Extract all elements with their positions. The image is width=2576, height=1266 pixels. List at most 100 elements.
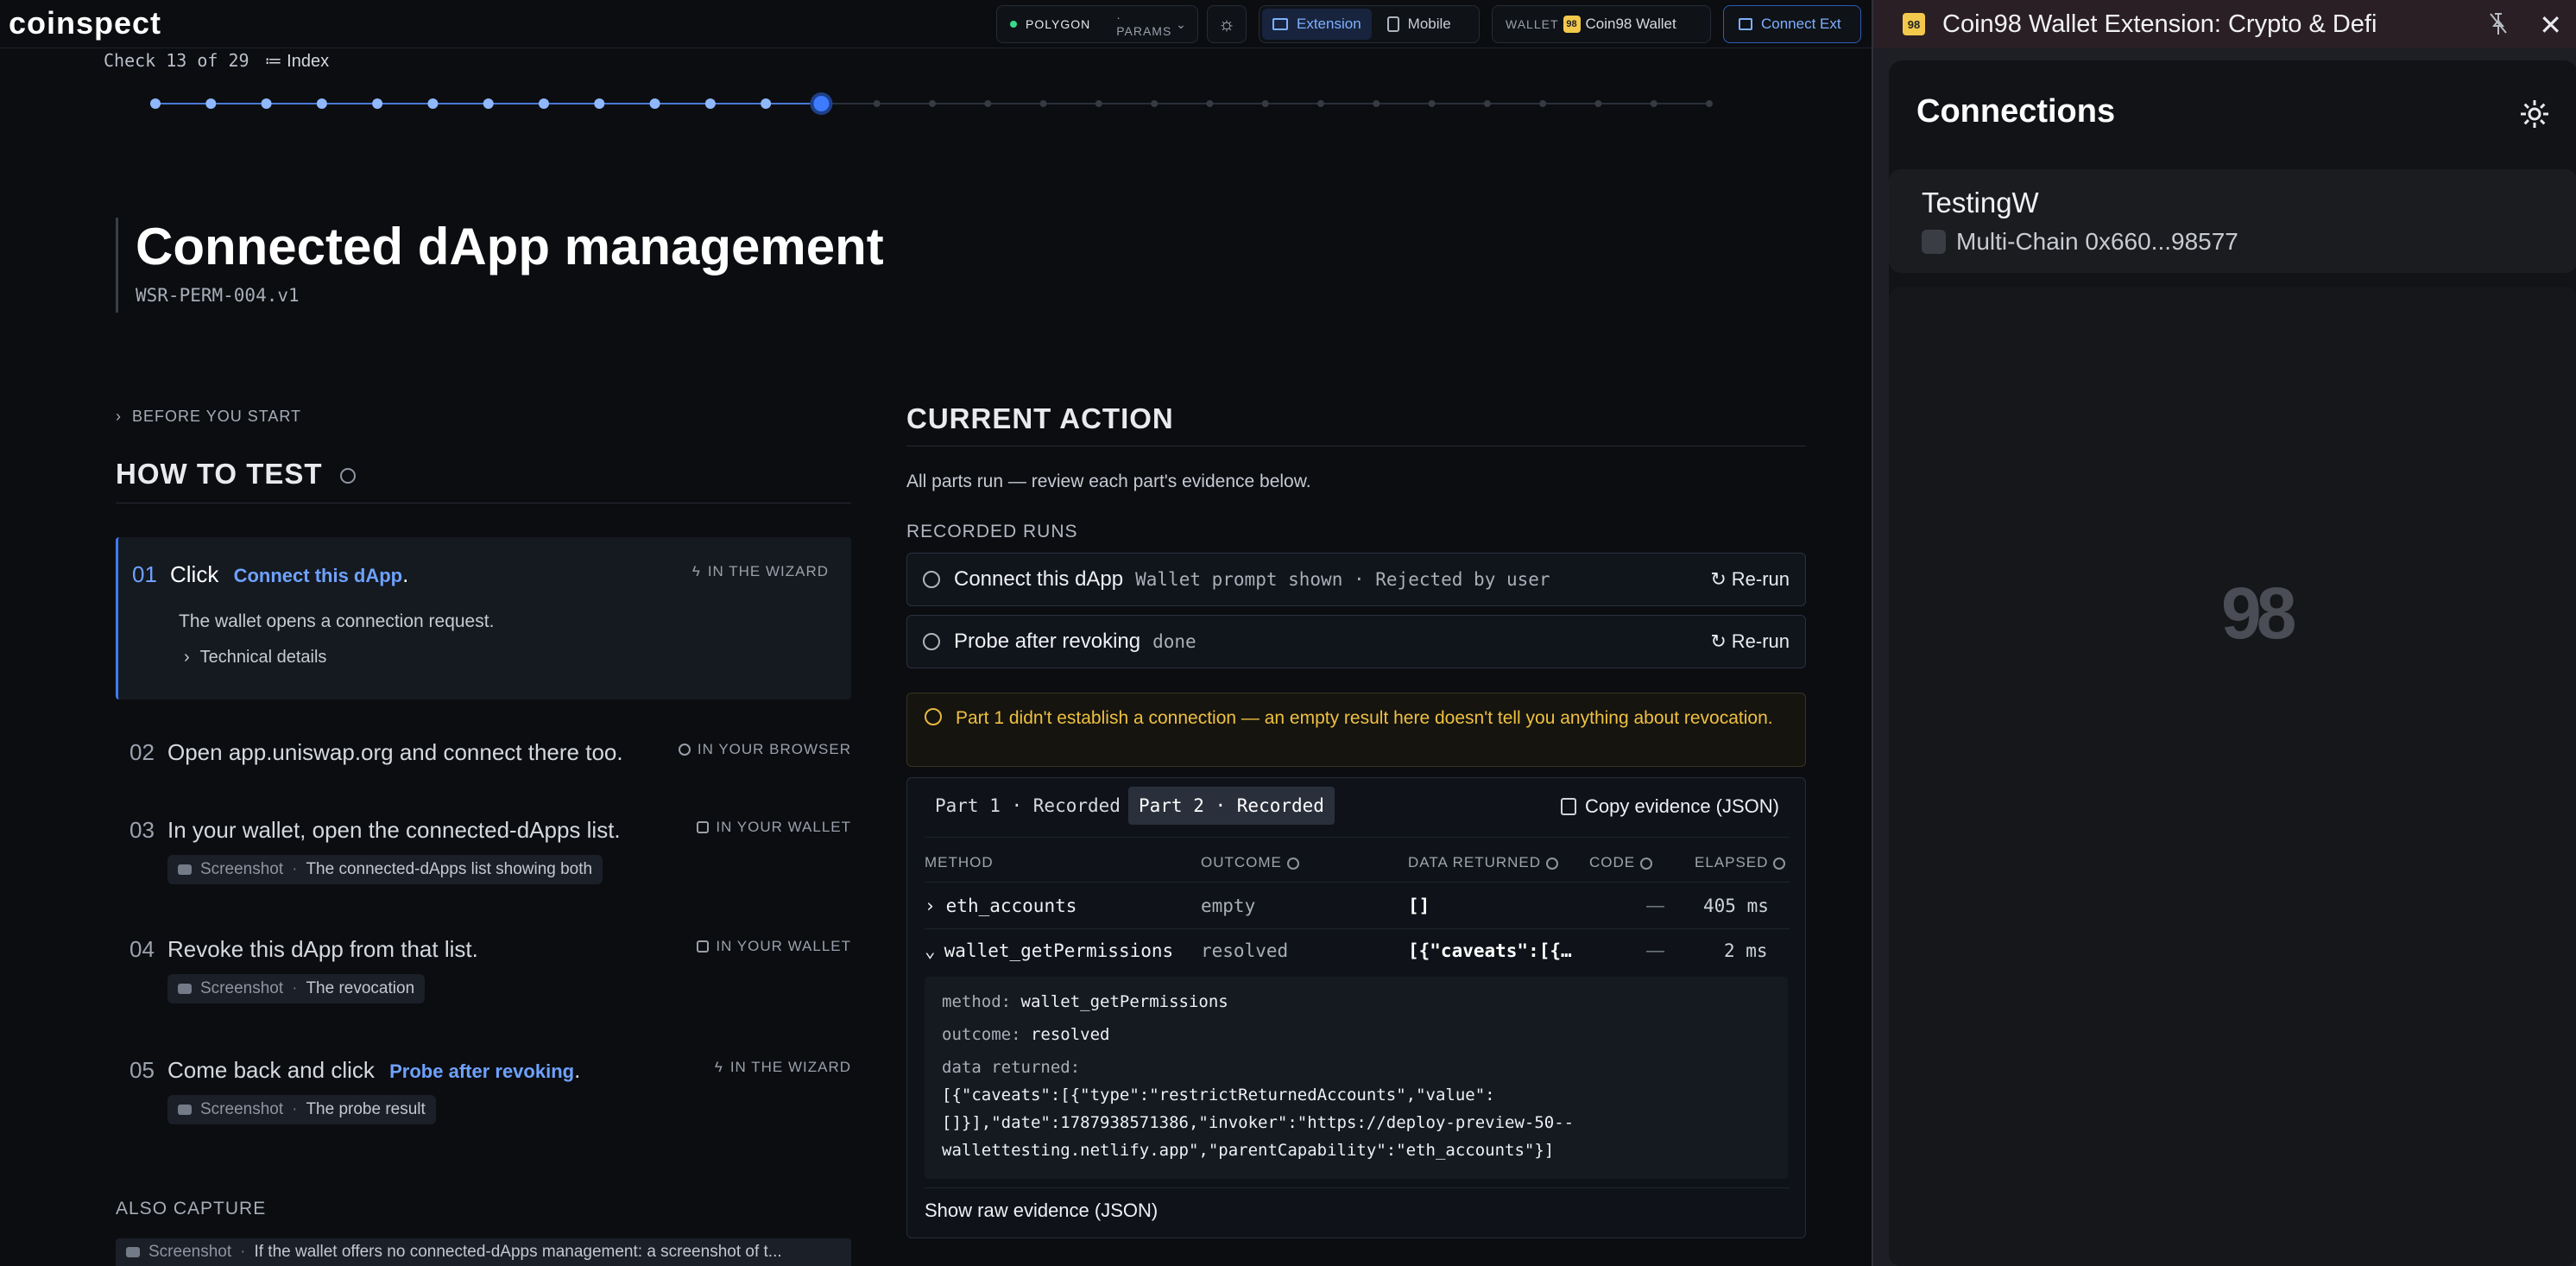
- progress-step-pending[interactable]: [1206, 100, 1214, 107]
- column-header-code: CODE: [1589, 854, 1652, 871]
- progress-step-pending[interactable]: [1706, 100, 1713, 107]
- progress-step-pending[interactable]: [1539, 100, 1547, 107]
- also-capture-chip[interactable]: Screenshot · If the wallet offers no conne…: [116, 1238, 851, 1266]
- step-number: 02: [129, 739, 155, 765]
- step-location-label: IN YOUR BROWSER: [697, 741, 851, 757]
- progress-step-pending[interactable]: [1428, 100, 1436, 107]
- theme-toggle[interactable]: ☼: [1207, 5, 1247, 43]
- technical-details-label: Technical details: [199, 648, 327, 667]
- warning-icon: [925, 708, 942, 725]
- screenshot-chip[interactable]: Screenshot · The revocation: [167, 974, 426, 1003]
- wallet-selector[interactable]: WALLET 98 Coin98 Wallet: [1492, 5, 1711, 43]
- screenshot-chip[interactable]: Screenshot · The connected-dApps list show…: [167, 855, 603, 884]
- progress-step-done[interactable]: [427, 98, 439, 109]
- detail-key: outcome:: [942, 1025, 1021, 1044]
- outcome-cell: resolved: [1201, 940, 1289, 961]
- plug-window-icon: [1739, 18, 1752, 30]
- rerun-button[interactable]: ↻ Re-run: [1710, 630, 1790, 653]
- info-icon[interactable]: [1286, 857, 1299, 870]
- progress-step-done[interactable]: [372, 98, 383, 109]
- chevron-down-icon: ⌄: [925, 940, 936, 961]
- dapp-name: TestingW: [1922, 187, 2039, 218]
- tab-part-2[interactable]: Part 2 · Recorded: [1128, 787, 1335, 825]
- coinspect-logo: coinspect: [9, 5, 162, 41]
- screenshot-chip[interactable]: Screenshot · The probe result: [167, 1095, 436, 1124]
- camera-icon: [178, 984, 192, 994]
- chevron-right-icon: ›: [184, 648, 190, 667]
- progress-step-pending[interactable]: [873, 100, 881, 107]
- wallet-header: 98 Coin98 Wallet Extension: Crypto & Def…: [1873, 0, 2576, 48]
- mode-extension-button[interactable]: Extension: [1262, 9, 1372, 40]
- action-summary: All parts run — review each part's evide…: [906, 472, 1311, 491]
- step-04: 04 Revoke this dApp from that list. IN Y…: [116, 933, 851, 1010]
- progress-step-pending[interactable]: [1373, 100, 1380, 107]
- code-cell: —: [1646, 940, 1664, 960]
- chip-label: Screenshot: [200, 860, 284, 878]
- connect-dapp-link[interactable]: Connect this dApp: [234, 565, 403, 586]
- rerun-button[interactable]: ↻ Re-run: [1710, 568, 1790, 591]
- warning-banner: Part 1 didn't establish a connection — a…: [906, 693, 1806, 767]
- progress-step-done[interactable]: [150, 98, 161, 109]
- progress-step-pending[interactable]: [1261, 100, 1269, 107]
- progress-step-pending[interactable]: [1095, 100, 1102, 107]
- probe-after-revoking-link[interactable]: Probe after revoking: [389, 1060, 574, 1082]
- gear-icon[interactable]: [2517, 97, 2552, 131]
- step-text-post: .: [574, 1057, 581, 1083]
- step-location-label: IN THE WIZARD: [707, 563, 829, 579]
- info-icon[interactable]: [339, 468, 356, 484]
- network-selector[interactable]: POLYGON: [1000, 9, 1101, 40]
- progress-step-done[interactable]: [483, 98, 494, 109]
- mode-switch: Extension Mobile: [1259, 5, 1480, 43]
- progress-step-pending[interactable]: [1483, 100, 1491, 107]
- progress-step-done[interactable]: [205, 98, 217, 109]
- detail-data-key: data returned:: [942, 1058, 1081, 1077]
- progress-step-done[interactable]: [594, 98, 605, 109]
- wallet-label: WALLET: [1506, 17, 1559, 31]
- info-icon[interactable]: [1639, 857, 1652, 870]
- progress-step-pending[interactable]: [984, 100, 992, 107]
- progress-step-done[interactable]: [261, 98, 272, 109]
- progress-step-done[interactable]: [649, 98, 660, 109]
- connected-dapp-row[interactable]: TestingW Multi-Chain 0x660...98577: [1889, 169, 2576, 273]
- progress-step-pending[interactable]: [1594, 100, 1602, 107]
- show-raw-evidence-link[interactable]: Show raw evidence (JSON): [925, 1200, 1158, 1222]
- also-capture-heading: ALSO CAPTURE: [116, 1199, 267, 1219]
- progress-step-done[interactable]: [316, 98, 327, 109]
- index-link[interactable]: ≔ Index: [265, 52, 330, 71]
- copy-evidence-button[interactable]: Copy evidence (JSON): [1561, 795, 1779, 818]
- camera-icon: [126, 1247, 140, 1257]
- current-action-heading: CURRENT ACTION: [906, 402, 1174, 434]
- progress-step-done[interactable]: [761, 98, 772, 109]
- step-location: ϟ IN THE WIZARD: [715, 1059, 851, 1076]
- close-icon[interactable]: ✕: [2539, 9, 2562, 41]
- info-icon[interactable]: [1545, 857, 1558, 870]
- connect-ext-button[interactable]: Connect Ext: [1723, 5, 1861, 43]
- run-name: Probe after revoking: [954, 630, 1141, 653]
- progress-step-done[interactable]: [539, 98, 549, 109]
- progress-step-pending[interactable]: [1317, 100, 1324, 107]
- info-icon: [923, 633, 940, 650]
- coin98-logo-icon: 98: [1563, 16, 1581, 33]
- tab-part-1[interactable]: Part 1 · Recorded: [925, 787, 1131, 825]
- wallet-name: Coin98 Wallet: [1585, 16, 1676, 32]
- mode-mobile-button[interactable]: Mobile: [1377, 9, 1462, 40]
- method-name: eth_accounts: [945, 896, 1077, 916]
- progress-step-done[interactable]: [704, 98, 716, 109]
- progress-step-pending[interactable]: [1151, 100, 1159, 107]
- chevron-down-icon: ⌄: [1176, 16, 1187, 31]
- step-location: ϟ IN THE WIZARD: [692, 563, 829, 580]
- progress-step-pending[interactable]: [929, 100, 936, 107]
- detail-data-line: []}],"date":1787938571386,"invoker":"htt…: [942, 1113, 1575, 1132]
- unpin-icon[interactable]: [2488, 10, 2509, 36]
- camera-icon: [178, 864, 192, 875]
- progress-step-current[interactable]: [813, 96, 830, 111]
- progress-step-pending[interactable]: [1039, 100, 1047, 107]
- code-cell: —: [1646, 896, 1664, 915]
- technical-details-toggle[interactable]: › Technical details: [184, 648, 326, 668]
- step-location: IN YOUR BROWSER: [678, 741, 851, 758]
- before-you-start-toggle[interactable]: › BEFORE YOU START: [116, 408, 301, 426]
- progress-step-pending[interactable]: [1650, 100, 1657, 107]
- params-dropdown[interactable]: · PARAMS ⌄: [1106, 9, 1197, 40]
- info-icon[interactable]: [1773, 857, 1786, 870]
- detail-value: resolved: [1030, 1025, 1110, 1044]
